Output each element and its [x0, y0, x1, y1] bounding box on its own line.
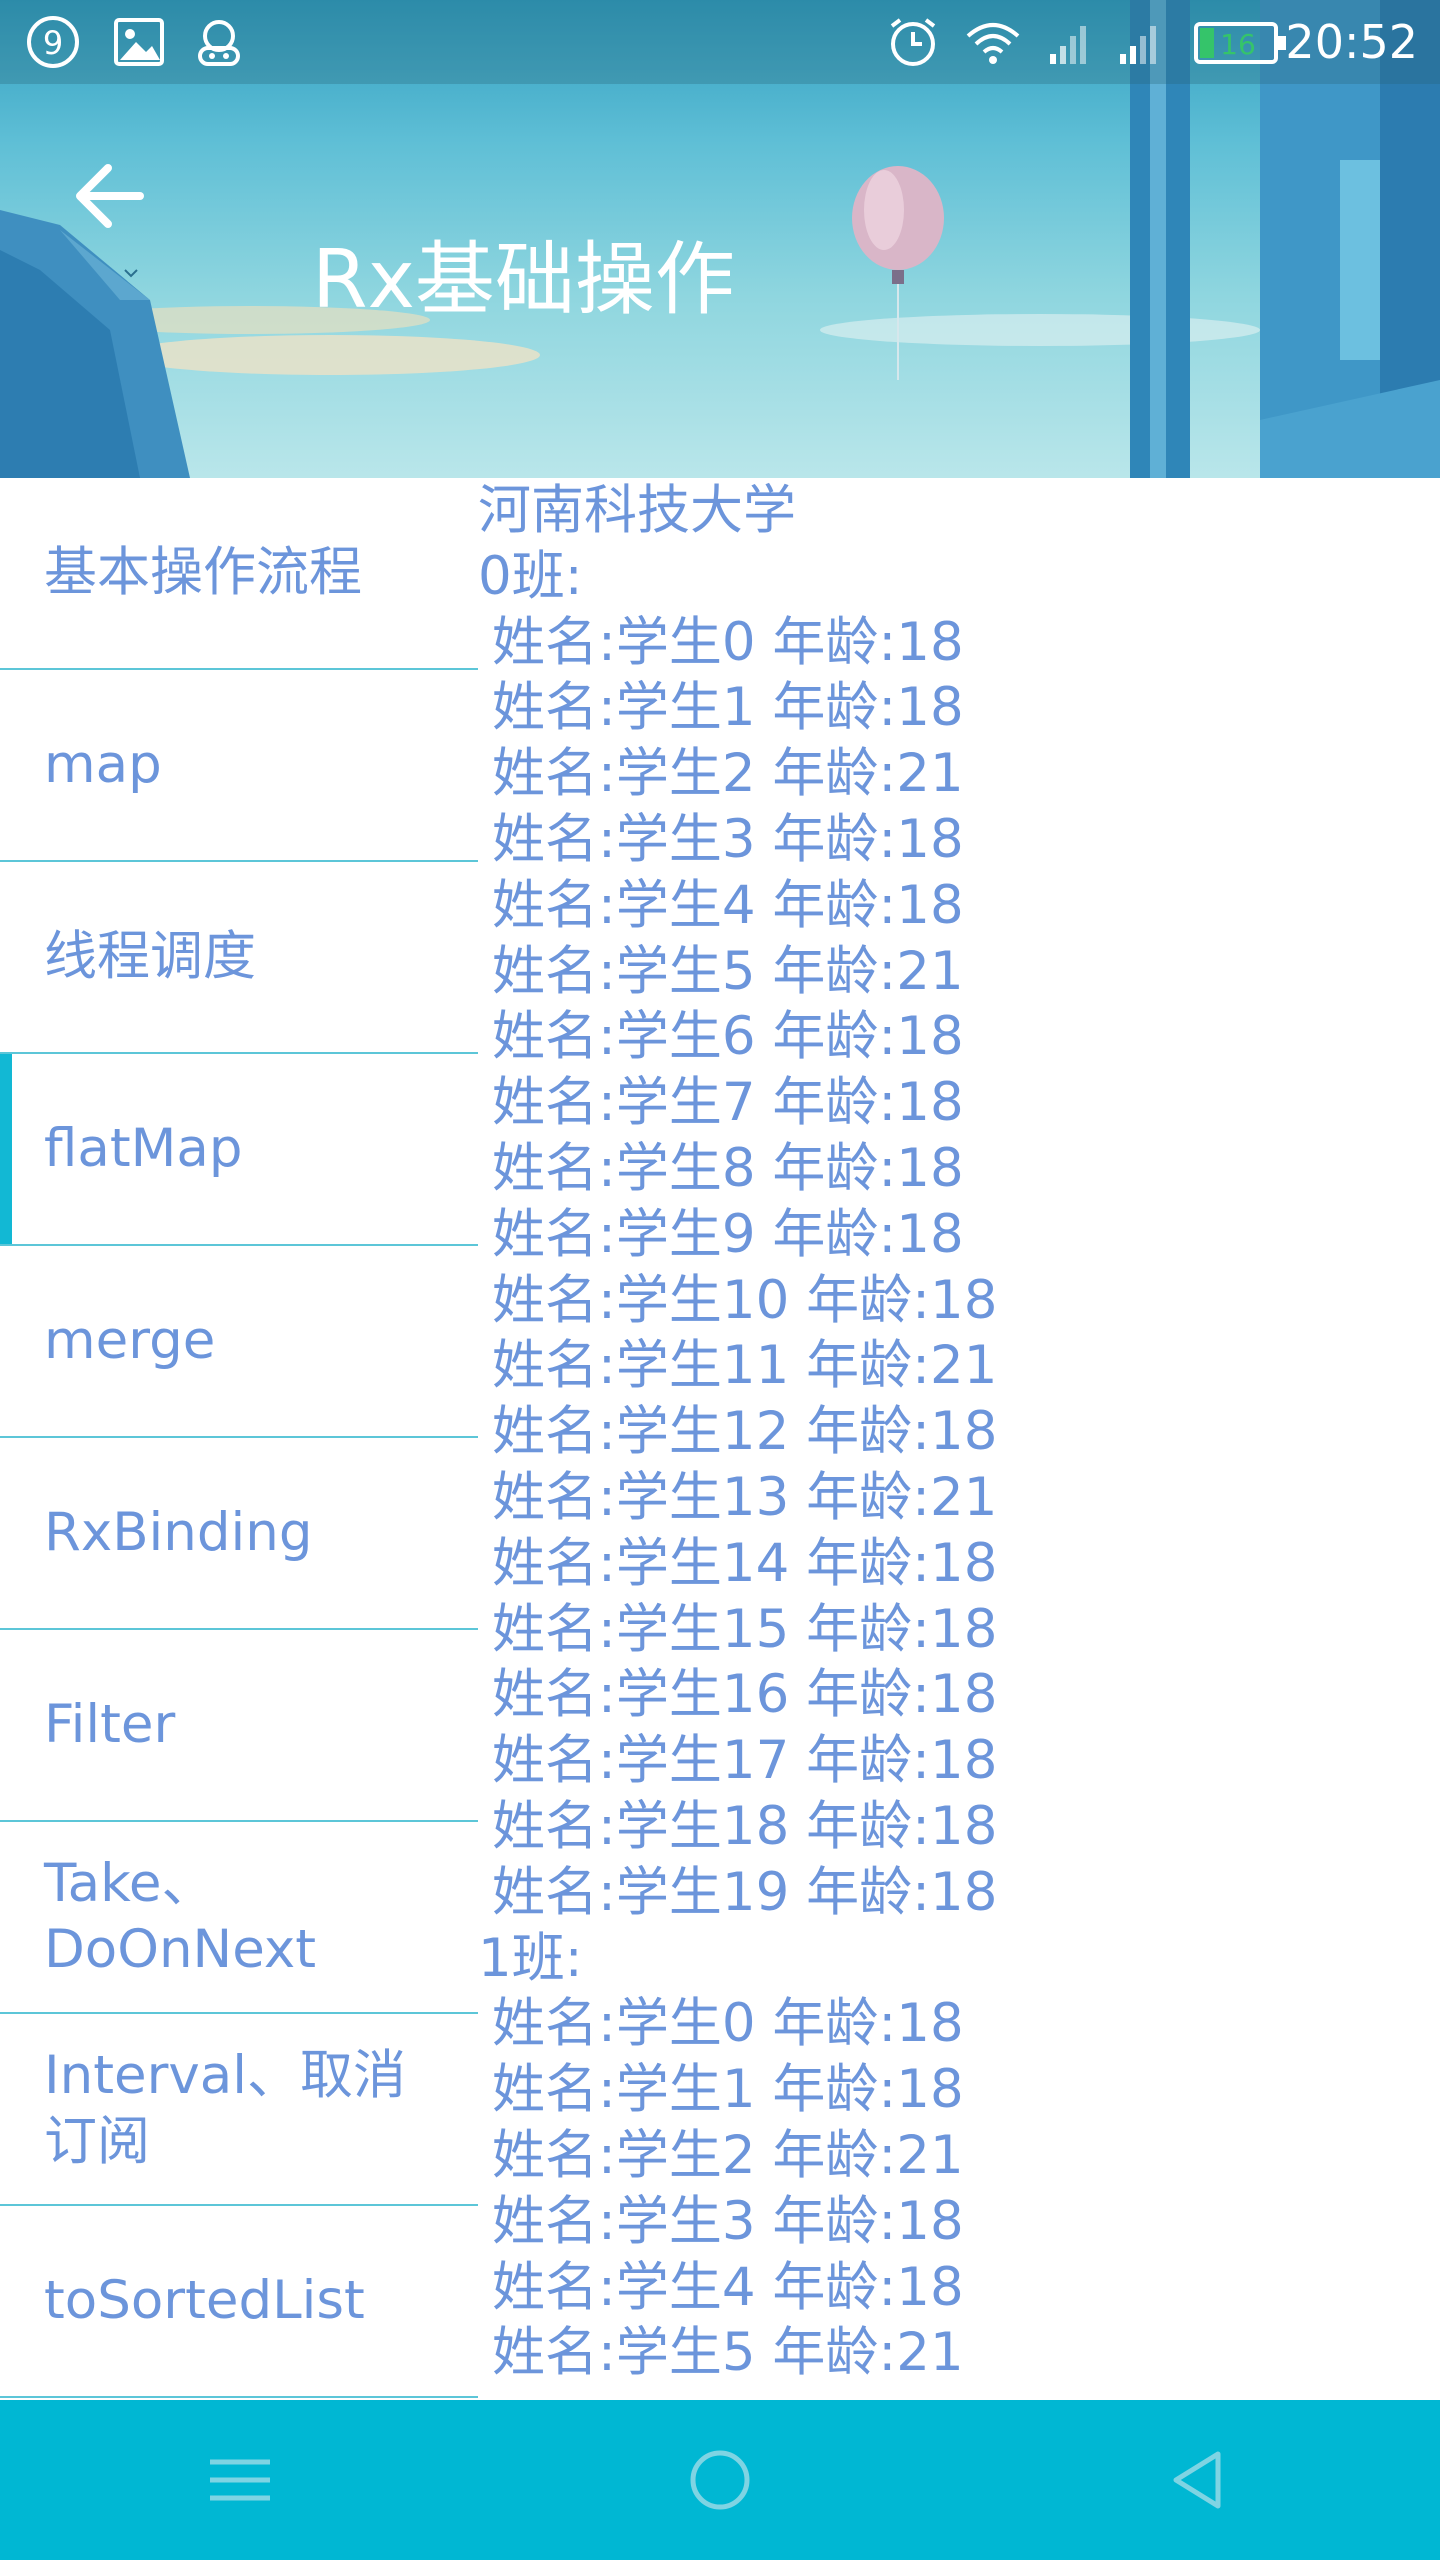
sidebar-item-rxbinding[interactable]: RxBinding: [0, 1438, 478, 1630]
student-line: 姓名:学生4 年龄:18: [492, 874, 964, 936]
student-line: 姓名:学生10 年龄:18: [492, 1269, 998, 1331]
school-line: 河南科技大学: [478, 480, 796, 541]
signal-1-icon: [1050, 26, 1086, 64]
sidebar-item-label: RxBinding: [44, 1502, 313, 1563]
student-line: 姓名:学生8 年龄:18: [492, 1137, 964, 1199]
arrow-left-icon: [76, 164, 144, 228]
status-time: 20:52: [1285, 15, 1418, 69]
image-icon: [114, 18, 164, 66]
sidebar-item-merge[interactable]: merge: [0, 1246, 478, 1438]
sidebar-item-interval-unsubscribe[interactable]: Interval、取消 订阅: [0, 2014, 478, 2206]
sidebar-item-label: Filter: [44, 1694, 176, 1755]
student-line: 姓名:学生9 年龄:18: [492, 1203, 964, 1265]
student-line: 姓名:学生2 年龄:21: [492, 2124, 964, 2186]
sidebar-item-label: 线程调度: [44, 926, 256, 987]
class-header-line: 1班:: [478, 1927, 583, 1989]
app-header: 9 16 20:52 Rx基础操作: [0, 0, 1440, 478]
navigation-bar: [0, 2400, 1440, 2560]
student-line: 姓名:学生15 年龄:18: [492, 1598, 998, 1660]
back-triangle-icon[interactable]: [1160, 2440, 1240, 2520]
sidebar-item-label: Interval、取消 订阅: [44, 2045, 406, 2172]
student-line: 姓名:学生6 年龄:18: [492, 1006, 964, 1068]
sidebar-item-label: 基本操作流程: [44, 542, 362, 603]
sidebar-item-label: Take、 DoOnNext: [44, 1853, 317, 1980]
student-line: 姓名:学生19 年龄:18: [492, 1861, 998, 1923]
sidebar: 基本操作流程 map 线程调度 flatMap merge RxBinding …: [0, 478, 478, 2400]
student-line: 姓名:学生2 年龄:21: [492, 743, 964, 805]
sidebar-item-map[interactable]: map: [0, 670, 478, 862]
class-header-line: 0班:: [478, 545, 583, 607]
sidebar-item-label: toSortedList: [44, 2270, 365, 2331]
student-line: 姓名:学生1 年龄:18: [492, 677, 964, 739]
student-line: 姓名:学生0 年龄:18: [492, 611, 964, 673]
student-line: 姓名:学生3 年龄:18: [492, 808, 964, 870]
page-title: Rx基础操作: [312, 233, 735, 326]
student-line: 姓名:学生18 年龄:18: [492, 1795, 998, 1857]
signal-2-icon: [1120, 26, 1156, 64]
sidebar-item-basic-flow[interactable]: 基本操作流程: [0, 478, 478, 670]
wifi-icon: [966, 23, 1020, 64]
sidebar-item-tosortedlist[interactable]: toSortedList: [0, 2206, 478, 2398]
battery-level: 16: [1220, 28, 1256, 61]
notification-9-icon: 9: [27, 16, 79, 68]
student-line: 姓名:学生3 年龄:18: [492, 2190, 964, 2252]
sidebar-item-label: merge: [44, 1310, 216, 1371]
alarm-icon: [890, 18, 936, 66]
bot-icon: [198, 20, 240, 66]
svg-text:9: 9: [43, 24, 63, 62]
student-line: 姓名:学生11 年龄:21: [492, 1335, 998, 1397]
back-button[interactable]: [56, 150, 166, 260]
student-line: 姓名:学生14 年龄:18: [492, 1532, 998, 1594]
student-line: 姓名:学生16 年龄:18: [492, 1664, 998, 1726]
student-line: 姓名:学生17 年龄:18: [492, 1730, 998, 1792]
status-bar: 9 16 20:52: [0, 0, 1440, 84]
sidebar-item-filter[interactable]: Filter: [0, 1630, 478, 1822]
student-line: 姓名:学生1 年龄:18: [492, 2059, 964, 2121]
sidebar-item-flatmap[interactable]: flatMap: [0, 1054, 478, 1246]
home-icon[interactable]: [680, 2440, 760, 2520]
student-line: 姓名:学生0 年龄:18: [492, 1993, 964, 2055]
student-line: 姓名:学生7 年龄:18: [492, 1072, 964, 1134]
output-text-area[interactable]: 河南科技大学 0班: 姓名:学生0 年龄:18 姓名:学生1 年龄:18 姓名:学生2 …: [478, 478, 1440, 2400]
sidebar-item-label: flatMap: [44, 1118, 243, 1179]
menu-icon[interactable]: [200, 2440, 280, 2520]
student-line: 姓名:学生5 年龄:21: [492, 940, 964, 1002]
student-line: 姓名:学生12 年龄:18: [492, 1401, 998, 1463]
student-line: 姓名:学生4 年龄:18: [492, 2256, 964, 2318]
student-line: 姓名:学生13 年龄:21: [492, 1466, 998, 1528]
student-line: 姓名:学生5 年龄:21: [492, 2322, 964, 2384]
sidebar-item-label: map: [44, 734, 162, 795]
battery-icon: 16: [1194, 22, 1286, 64]
sidebar-item-thread-scheduling[interactable]: 线程调度: [0, 862, 478, 1054]
sidebar-item-take-doonnext[interactable]: Take、 DoOnNext: [0, 1822, 478, 2014]
